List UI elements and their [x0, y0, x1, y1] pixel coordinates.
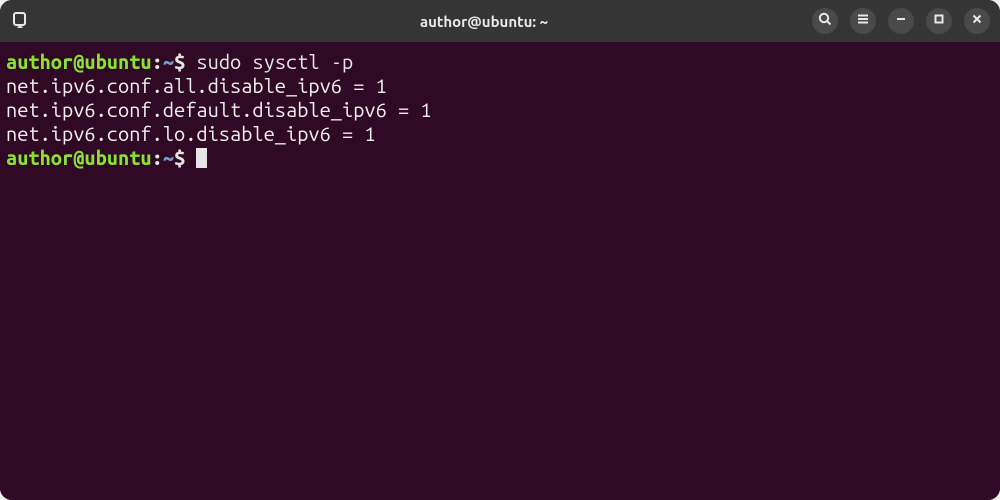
maximize-button[interactable] — [926, 8, 952, 34]
prompt-symbol: $ — [174, 146, 185, 169]
prompt-separator: : — [152, 146, 163, 169]
maximize-icon — [932, 12, 946, 30]
menu-button[interactable] — [850, 8, 876, 34]
prompt-symbol: $ — [174, 50, 185, 73]
cursor — [196, 148, 207, 168]
prompt-line-1: author@ubuntu:~$ sudo sysctl -p — [6, 50, 994, 74]
titlebar: author@ubuntu: ~ — [0, 0, 1000, 42]
prompt-separator: : — [152, 50, 163, 73]
terminal-window: author@ubuntu: ~ — [0, 0, 1000, 500]
minimize-icon — [894, 12, 908, 30]
titlebar-right — [812, 8, 994, 34]
search-button[interactable] — [812, 8, 838, 34]
minimize-button[interactable] — [888, 8, 914, 34]
output-line-1: net.ipv6.conf.all.disable_ipv6 = 1 — [6, 74, 994, 98]
terminal-body[interactable]: author@ubuntu:~$ sudo sysctl -p net.ipv6… — [0, 42, 1000, 500]
output-line-2: net.ipv6.conf.default.disable_ipv6 = 1 — [6, 98, 994, 122]
titlebar-center: author@ubuntu: ~ — [162, 13, 806, 30]
new-tab-icon — [11, 10, 29, 32]
hamburger-icon — [856, 12, 870, 30]
close-icon — [970, 12, 984, 30]
prompt-user-host: author@ubuntu — [6, 146, 152, 169]
output-line-3: net.ipv6.conf.lo.disable_ipv6 = 1 — [6, 122, 994, 146]
prompt-path: ~ — [163, 146, 174, 169]
prompt-path: ~ — [163, 50, 174, 73]
close-button[interactable] — [964, 8, 990, 34]
search-icon — [818, 12, 832, 30]
prompt-user-host: author@ubuntu — [6, 50, 152, 73]
window-title: author@ubuntu: ~ — [420, 13, 548, 30]
new-tab-button[interactable] — [6, 7, 34, 35]
prompt-line-2: author@ubuntu:~$ — [6, 146, 994, 170]
titlebar-left — [6, 7, 156, 35]
command-text: sudo sysctl -p — [185, 50, 353, 73]
